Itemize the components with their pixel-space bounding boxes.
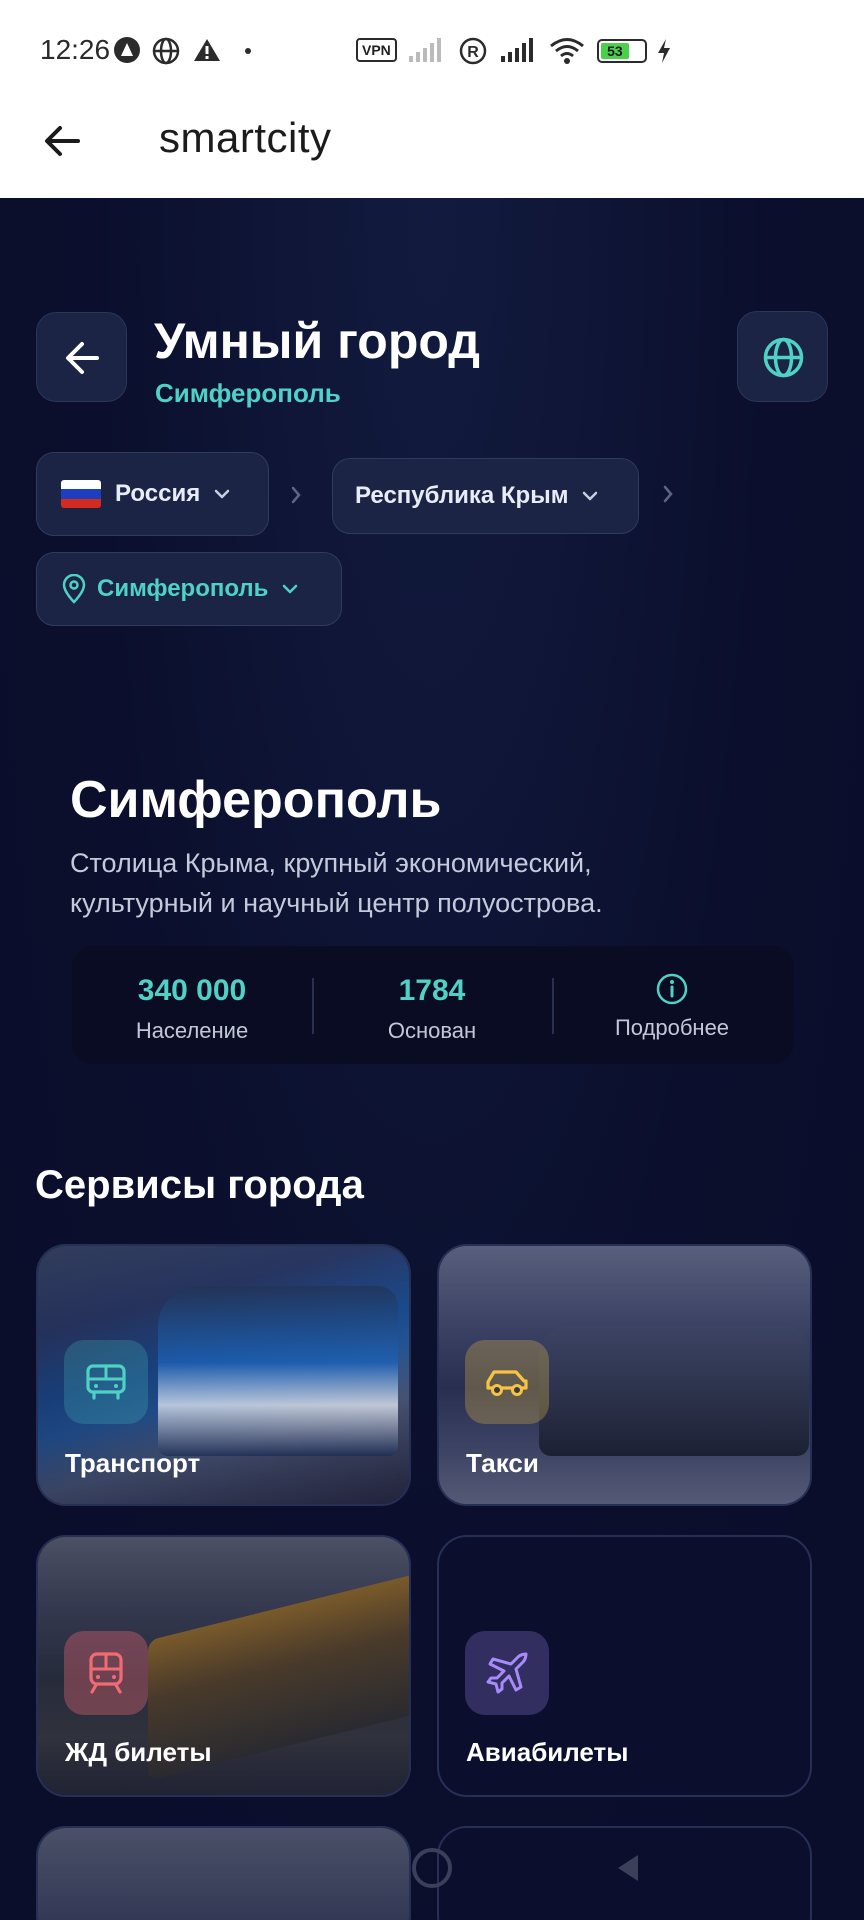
- bus-icon: [86, 1364, 126, 1400]
- plane-icon: [486, 1652, 528, 1694]
- service-card-flights[interactable]: Авиабилеты: [437, 1535, 812, 1797]
- car-shape: [539, 1326, 809, 1456]
- services-title: Сервисы города: [35, 1163, 364, 1207]
- battery-level: 53: [601, 43, 629, 59]
- city-description: Столица Крыма, крупный экономический, ку…: [70, 848, 603, 918]
- chevron-down-icon: [214, 489, 230, 499]
- wifi-icon: [550, 38, 584, 64]
- chevron-down-icon: [583, 491, 598, 501]
- region-selector[interactable]: Республика Крым: [332, 458, 639, 534]
- bus-shape: [158, 1286, 398, 1456]
- service-card-train[interactable]: ЖД билеты: [36, 1535, 411, 1797]
- map-pin-icon: [62, 574, 86, 604]
- info-icon: [656, 973, 688, 1005]
- country-label: Россия: [115, 480, 201, 507]
- status-time: 12:26: [40, 34, 111, 65]
- more-info-label: Подробнее: [614, 1015, 730, 1040]
- city-label: Симферополь: [97, 575, 269, 602]
- train-icon: [89, 1652, 123, 1694]
- signal-full-icon: [501, 38, 533, 62]
- app-bar-title: smartcity: [159, 114, 332, 161]
- partial-photo: [38, 1828, 409, 1920]
- app-bar: smartcity: [0, 100, 864, 198]
- russia-flag-icon: [61, 480, 101, 508]
- app-back-arrow-icon[interactable]: [38, 116, 88, 166]
- svg-text:R: R: [467, 44, 479, 61]
- back-button[interactable]: [36, 312, 127, 402]
- roaming-icon: R: [459, 37, 487, 65]
- globe-status-icon: [152, 37, 180, 65]
- train-icon-tile: [64, 1631, 148, 1715]
- vpn-badge: VPN: [356, 38, 397, 62]
- plane-icon-tile: [465, 1631, 549, 1715]
- service-label: Транспорт: [65, 1448, 201, 1478]
- warning-icon: [194, 39, 220, 61]
- service-card-taxi[interactable]: Такси: [437, 1244, 812, 1506]
- stat-population: 340 000 Население: [72, 946, 312, 1064]
- battery-icon: 53: [597, 39, 647, 63]
- arrow-left-icon: [66, 342, 99, 374]
- signal-icon: [409, 38, 441, 62]
- city-selector[interactable]: Симферополь: [36, 552, 342, 626]
- alert-app-icon: [114, 37, 140, 63]
- bus-icon-tile: [64, 1340, 148, 1424]
- chevron-right-icon: [663, 485, 673, 503]
- chevron-right-icon: [291, 486, 301, 504]
- status-bar: 12:26 VPN R 53: [0, 0, 864, 100]
- city-stats-panel: 340 000 Население 1784 Основан Подробнее: [72, 946, 794, 1064]
- stat-value: 1784: [398, 974, 466, 1007]
- more-info-button[interactable]: Подробнее: [552, 946, 792, 1064]
- globe-icon: [763, 337, 804, 378]
- car-icon: [486, 1370, 528, 1396]
- charging-icon: [658, 39, 670, 63]
- dot-icon: [245, 48, 251, 54]
- nav-back-icon[interactable]: [614, 1852, 642, 1884]
- nav-home-button[interactable]: [412, 1848, 452, 1888]
- service-label: Такси: [466, 1448, 539, 1478]
- chevron-down-icon: [283, 584, 298, 594]
- stat-label: Население: [135, 1018, 249, 1043]
- language-button[interactable]: [737, 311, 828, 402]
- region-label: Республика Крым: [355, 482, 569, 509]
- page-title: Умный город: [154, 313, 481, 369]
- service-card-transport[interactable]: Транспорт: [36, 1244, 411, 1506]
- stat-founded: 1784 Основан: [312, 946, 552, 1064]
- stat-value: 340 000: [137, 974, 247, 1007]
- stat-label: Основан: [387, 1018, 477, 1043]
- service-label: ЖД билеты: [65, 1737, 212, 1767]
- country-selector[interactable]: Россия: [36, 452, 269, 536]
- taxi-icon-tile: [465, 1340, 549, 1424]
- city-name: Симферополь: [70, 771, 442, 829]
- page-subtitle: Симферополь: [155, 378, 341, 408]
- service-card-partial[interactable]: [36, 1826, 411, 1920]
- service-label: Авиабилеты: [466, 1737, 629, 1767]
